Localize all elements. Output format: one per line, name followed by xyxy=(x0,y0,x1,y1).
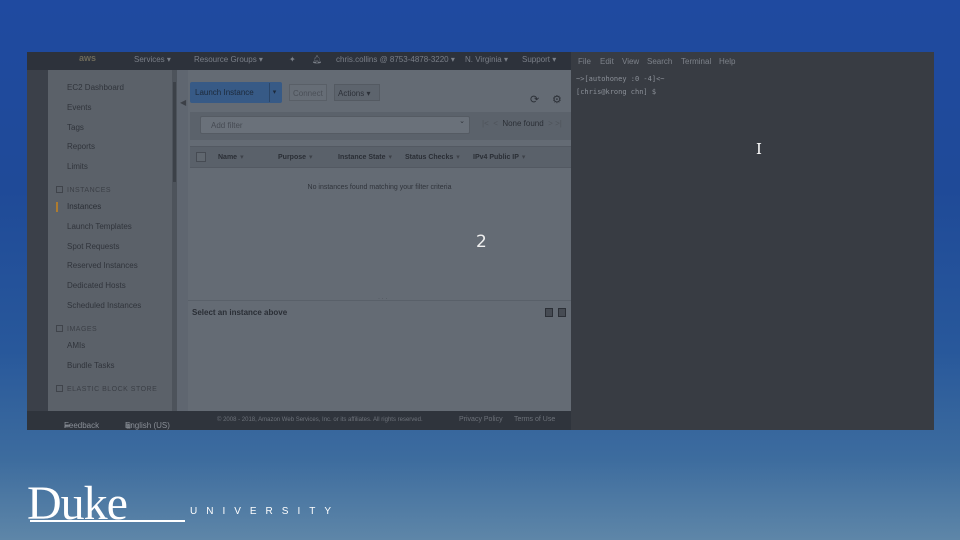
sidebar-item-reserved-instances[interactable]: Reserved Instances xyxy=(67,261,138,270)
sidebar-section-label: IMAGES xyxy=(67,326,98,333)
column-ipv4-public-ip[interactable]: IPv4 Public IP ▾ xyxy=(473,153,525,161)
privacy-policy-link[interactable]: Privacy Policy xyxy=(459,416,503,423)
collapse-square-icon xyxy=(56,325,63,332)
sidebar-item-events[interactable]: Events xyxy=(67,103,91,112)
collapse-square-icon xyxy=(56,186,63,193)
aws-console-window: aws Services ▾ Resource Groups ▾ ✦ 🔔︎ ch… xyxy=(27,52,585,430)
drag-handle-icon[interactable]: · · · xyxy=(378,296,387,302)
wordmark-underline xyxy=(30,520,185,522)
launch-instance-label: Launch Instance xyxy=(195,88,254,97)
last-page-icon[interactable]: >| xyxy=(555,119,562,128)
first-page-icon[interactable]: |< xyxy=(482,119,489,128)
terminal-menu-bar: File Edit View Search Terminal Help xyxy=(571,56,934,70)
terminal-prompt[interactable]: [chris@krong chn] $ xyxy=(576,88,656,96)
refresh-icon[interactable]: ⟳ xyxy=(530,93,539,106)
actions-button[interactable]: Actions ▾ xyxy=(334,84,380,101)
terminal-line: ~>[autohoney :0 -4]<~ xyxy=(576,75,665,83)
active-indicator xyxy=(56,202,58,212)
collapse-square-icon xyxy=(56,385,63,392)
sort-icon[interactable]: ▾ xyxy=(456,154,460,161)
aws-footer: ▰ Feedback ◉ English (US) © 2008 - 2018,… xyxy=(27,411,571,430)
column-status-checks[interactable]: Status Checks ▾ xyxy=(405,153,460,161)
filter-placeholder: Add filter xyxy=(211,121,243,130)
region-menu[interactable]: N. Virginia ▾ xyxy=(465,55,508,64)
menu-view[interactable]: View xyxy=(622,57,639,66)
connect-button[interactable]: Connect xyxy=(289,84,327,101)
filter-bar: Add filter ⌄ |< < None found > >| xyxy=(190,112,585,140)
menu-edit[interactable]: Edit xyxy=(600,57,614,66)
detail-pane-label: Select an instance above xyxy=(192,308,288,317)
sidebar-section-images[interactable]: IMAGES xyxy=(56,325,97,333)
layout-bottom-icon[interactable] xyxy=(545,308,553,317)
menu-search[interactable]: Search xyxy=(647,57,672,66)
prev-page-icon[interactable]: < xyxy=(493,119,498,128)
scrollbar-thumb[interactable] xyxy=(173,82,176,182)
screenshot-frame: aws Services ▾ Resource Groups ▾ ✦ 🔔︎ ch… xyxy=(27,52,934,430)
sidebar-item-reports[interactable]: Reports xyxy=(67,142,95,151)
column-label: Instance State xyxy=(338,154,386,161)
column-label: Status Checks xyxy=(405,154,454,161)
select-all-checkbox[interactable] xyxy=(196,152,206,162)
sidebar-section-instances[interactable]: INSTANCES xyxy=(56,186,111,194)
sidebar-section-label: ELASTIC BLOCK STORE xyxy=(67,386,158,393)
column-name[interactable]: Name ▾ xyxy=(218,153,244,161)
university-label: UNIVERSITY xyxy=(190,506,341,517)
menu-file[interactable]: File xyxy=(578,57,591,66)
language-label: English (US) xyxy=(125,421,170,430)
column-label: IPv4 Public IP xyxy=(473,154,519,161)
column-label: Name xyxy=(218,154,238,161)
sidebar-item-dedicated-hosts[interactable]: Dedicated Hosts xyxy=(67,281,126,290)
gear-icon[interactable]: ⚙ xyxy=(552,93,562,106)
menu-terminal[interactable]: Terminal xyxy=(681,57,711,66)
sidebar-item-amis[interactable]: AMIs xyxy=(67,341,85,350)
empty-table-message: No instances found matching your filter … xyxy=(307,184,452,191)
resource-groups-menu[interactable]: Resource Groups ▾ xyxy=(194,55,263,64)
sidebar-scrollbar[interactable] xyxy=(172,70,177,411)
support-menu[interactable]: Support ▾ xyxy=(522,55,556,64)
chevron-down-icon[interactable]: ▾ xyxy=(269,83,279,102)
copyright-text: © 2008 - 2018, Amazon Web Services, Inc.… xyxy=(217,417,423,423)
services-menu[interactable]: Services ▾ xyxy=(134,55,171,64)
ec2-sidebar: EC2 Dashboard Events Tags Reports Limits… xyxy=(48,70,172,411)
sidebar-section-ebs[interactable]: ELASTIC BLOCK STORE xyxy=(56,385,157,393)
feedback-label: Feedback xyxy=(64,421,100,430)
chevron-down-icon[interactable]: ⌄ xyxy=(459,117,465,125)
layout-split-icon[interactable] xyxy=(558,308,566,317)
terminal-window: File Edit View Search Terminal Help ~>[a… xyxy=(571,52,934,430)
annotation-number: 2 xyxy=(476,232,487,252)
sidebar-item-spot-requests[interactable]: Spot Requests xyxy=(67,242,119,251)
sort-icon[interactable]: ▾ xyxy=(240,154,244,161)
instances-table-header: Name ▾ Purpose ▾ Instance State ▾ Status Ch… xyxy=(190,146,585,168)
text-cursor-icon: I xyxy=(756,140,762,158)
pagination: |< < None found > >| xyxy=(482,119,562,128)
sidebar-item-tags[interactable]: Tags xyxy=(67,123,84,132)
pin-icon[interactable]: ✦ xyxy=(289,55,296,64)
column-instance-state[interactable]: Instance State ▾ xyxy=(338,153,392,161)
sort-icon[interactable]: ▾ xyxy=(522,154,526,161)
filter-input[interactable]: Add filter ⌄ xyxy=(200,116,470,134)
bell-icon[interactable]: 🔔︎ xyxy=(312,55,322,64)
aws-top-nav: aws Services ▾ Resource Groups ▾ ✦ 🔔︎ ch… xyxy=(27,52,571,70)
terms-of-use-link[interactable]: Terms of Use xyxy=(514,416,555,423)
pagination-status: None found xyxy=(502,119,544,128)
aws-logo[interactable]: aws xyxy=(79,53,96,63)
menu-help[interactable]: Help xyxy=(719,57,735,66)
collapse-sidebar-icon[interactable]: ◀ xyxy=(180,98,186,107)
account-menu[interactable]: chris.collins @ 8753-4878-3220 ▾ xyxy=(336,55,455,64)
column-label: Purpose xyxy=(278,154,307,161)
sidebar-section-label: INSTANCES xyxy=(67,187,112,194)
sidebar-item-limits[interactable]: Limits xyxy=(67,162,88,171)
sidebar-item-ec2-dashboard[interactable]: EC2 Dashboard xyxy=(67,83,124,92)
column-purpose[interactable]: Purpose ▾ xyxy=(278,153,313,161)
sidebar-item-bundle-tasks[interactable]: Bundle Tasks xyxy=(67,361,114,370)
sort-icon[interactable]: ▾ xyxy=(388,154,392,161)
next-page-icon[interactable]: > xyxy=(548,119,553,128)
instances-main-panel: Launch Instance ▾ Connect Actions ▾ ⟳ ⚙ … xyxy=(188,70,585,411)
sidebar-item-scheduled-instances[interactable]: Scheduled Instances xyxy=(67,301,141,310)
sort-icon[interactable]: ▾ xyxy=(309,154,313,161)
launch-instance-button[interactable]: Launch Instance ▾ xyxy=(190,82,282,103)
sidebar-item-launch-templates[interactable]: Launch Templates xyxy=(67,222,132,231)
sidebar-item-instances[interactable]: Instances xyxy=(67,202,101,211)
aws-body: EC2 Dashboard Events Tags Reports Limits… xyxy=(48,70,585,411)
